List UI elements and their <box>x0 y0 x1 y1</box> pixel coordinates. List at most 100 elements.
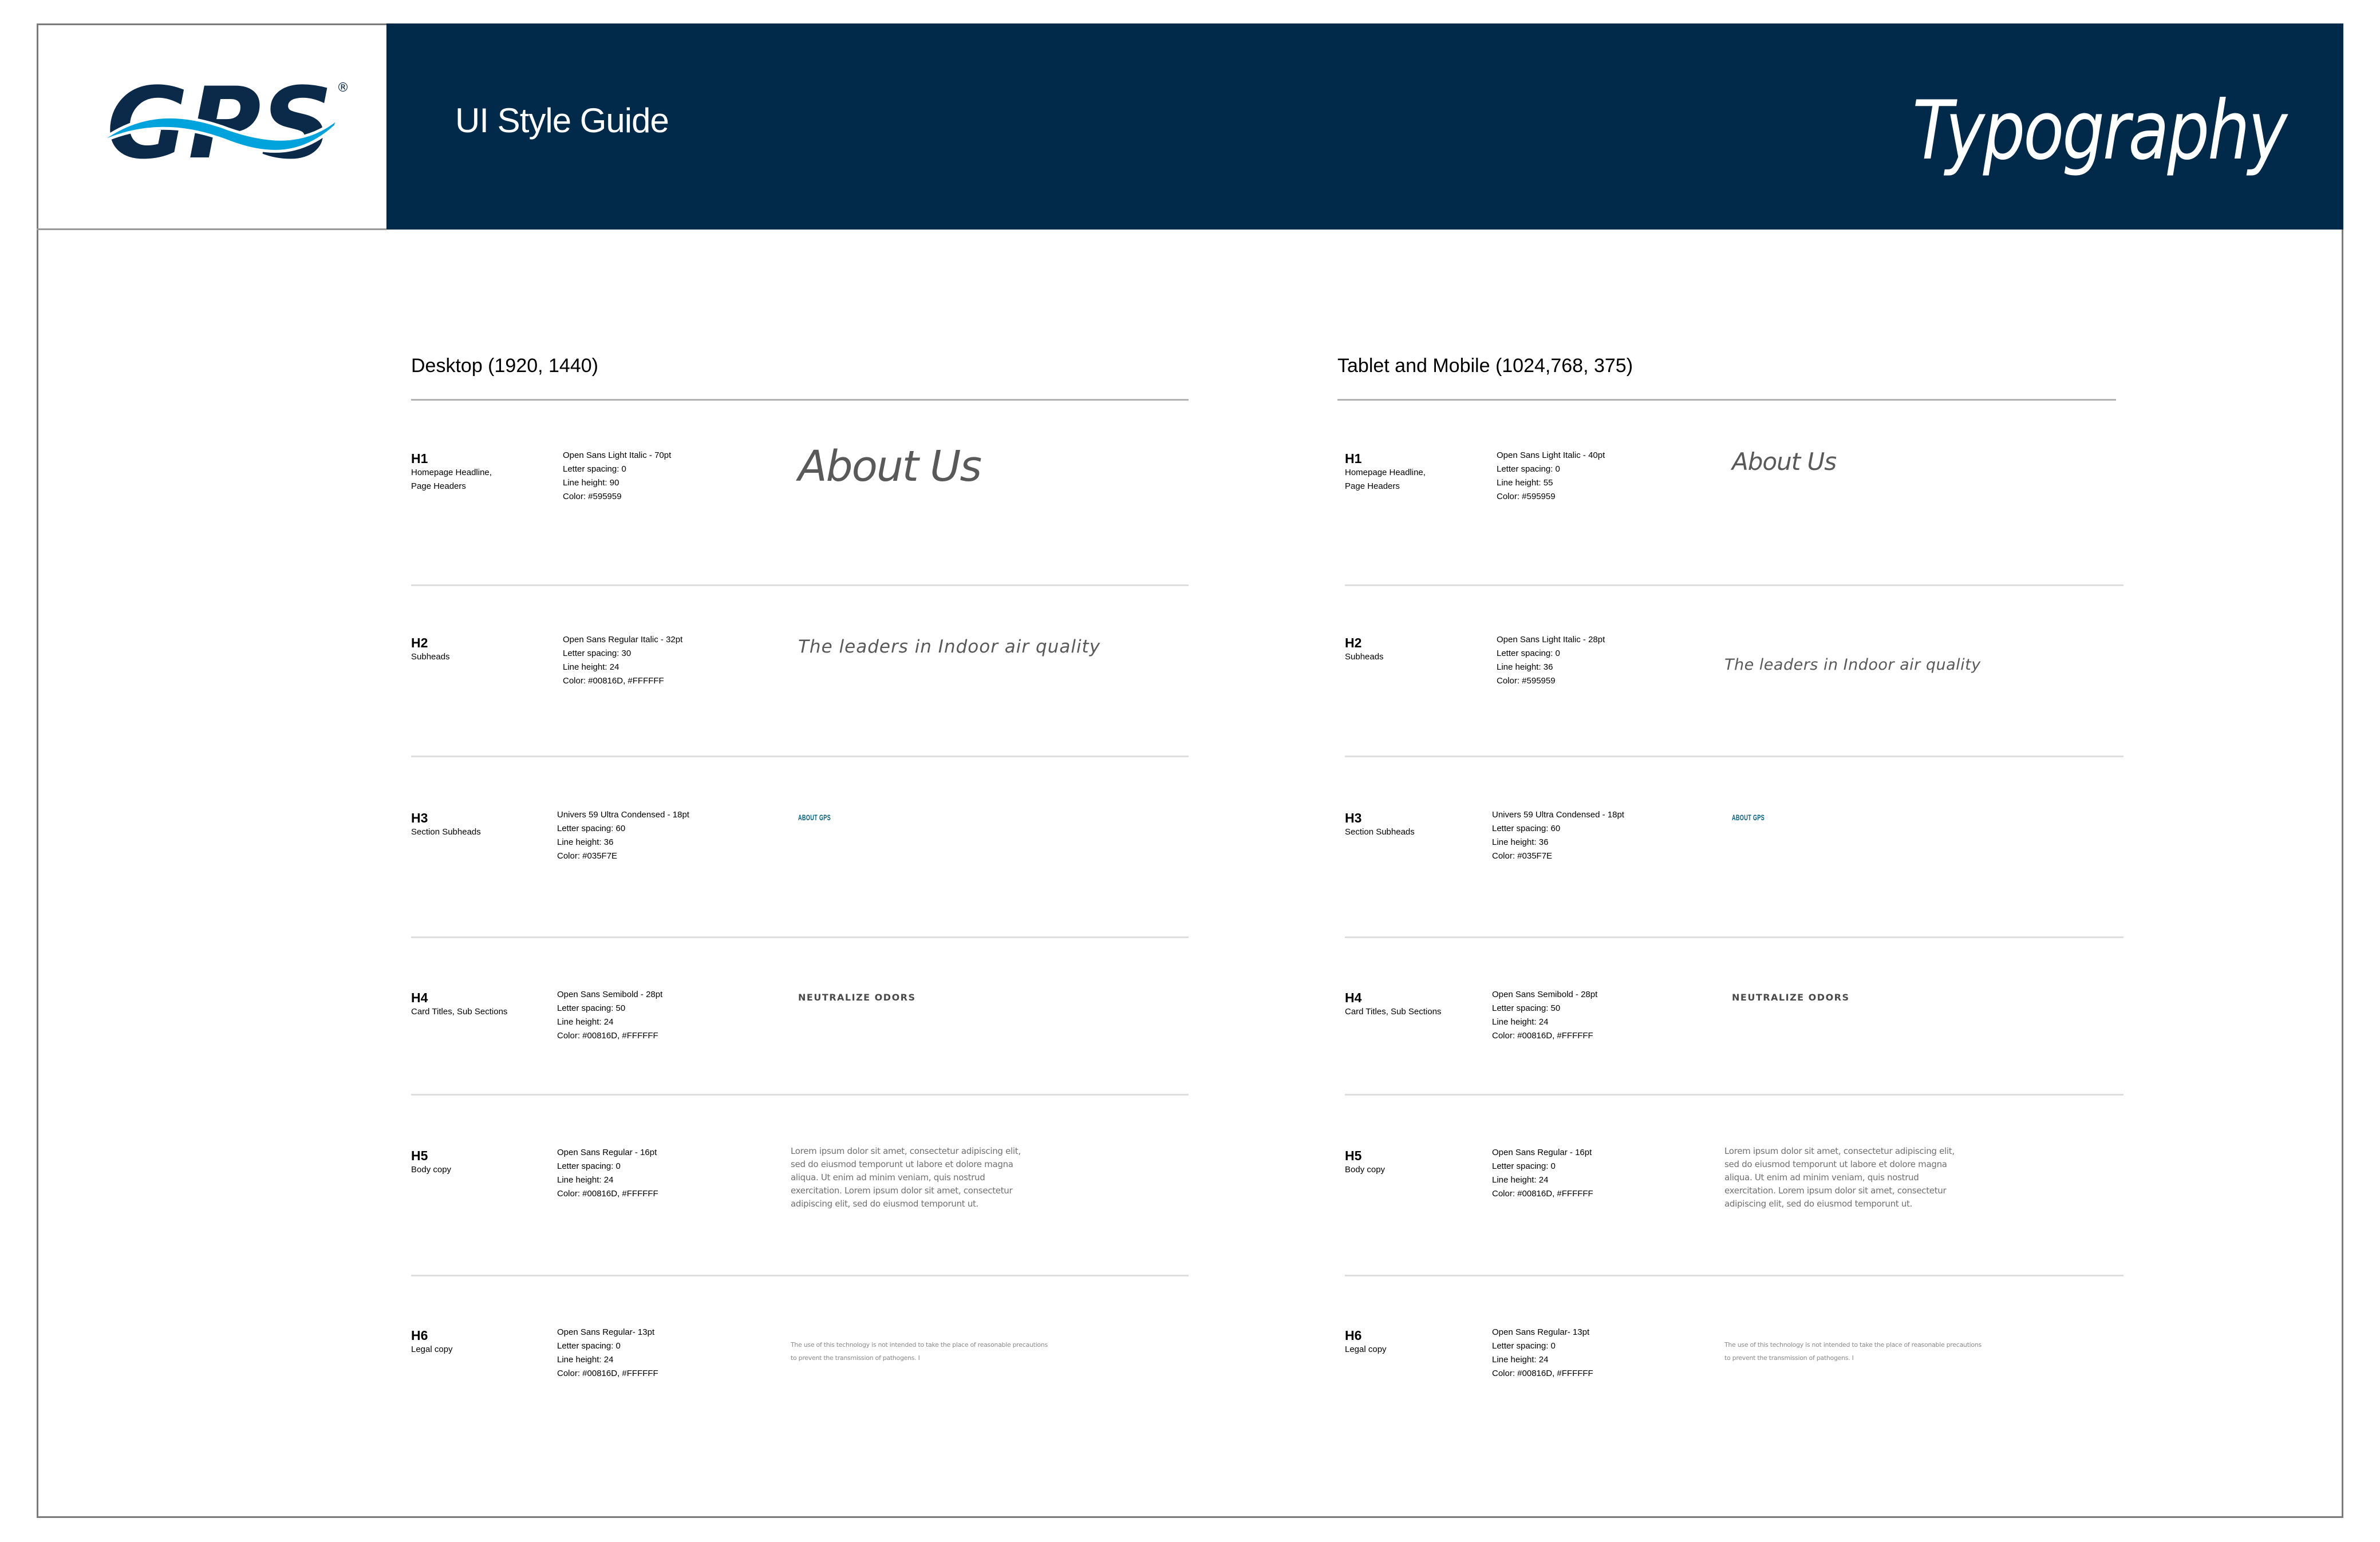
spec-line: Line height: 24 <box>1492 1017 1549 1027</box>
usage-line: Legal copy <box>1345 1345 1387 1354</box>
usage-line: Section Subheads <box>411 827 481 837</box>
usage-line: Page Headers <box>1345 481 1400 491</box>
usage-line: Subheads <box>1345 652 1384 662</box>
font-spec: Open Sans Semibold - 28pt Letter spacing:… <box>1492 988 1597 1043</box>
page-frame <box>37 23 2343 1518</box>
usage-line: Card Titles, Sub Sections <box>411 1007 508 1017</box>
font-spec: Open Sans Regular - 16pt Letter spacing: … <box>557 1146 658 1201</box>
logo-wordmark: GPS <box>106 72 333 166</box>
type-sample: About Us <box>798 442 982 491</box>
spec-line: Color: #595959 <box>563 492 622 501</box>
type-sample: Lorem ipsum dolor sit amet, consectetur … <box>791 1146 1021 1209</box>
font-spec: Open Sans Regular- 13pt Letter spacing: 0… <box>1492 1326 1593 1381</box>
heading-usage: Subheads <box>411 650 450 664</box>
heading-usage: Legal copy <box>1345 1343 1387 1357</box>
spec-line: Open Sans Light Italic - 70pt <box>563 450 672 460</box>
spec-line: Color: #035F7E <box>1492 851 1553 861</box>
spec-line: Line height: 36 <box>1492 837 1549 847</box>
usage-line: Homepage Headline, <box>1345 468 1426 477</box>
spec-line: Univers 59 Ultra Condensed - 18pt <box>557 810 689 820</box>
heading-usage: Section Subheads <box>411 825 481 839</box>
heading-usage: Body copy <box>1345 1163 1385 1177</box>
heading-level: H4 <box>1345 990 1362 1005</box>
spec-line: Open Sans Semibold - 28pt <box>1492 990 1598 999</box>
spec-line: Line height: 24 <box>557 1175 614 1185</box>
font-spec: Open Sans Regular - 16pt Letter spacing: … <box>1492 1146 1593 1201</box>
spec-line: Open Sans Regular Italic - 32pt <box>563 635 683 645</box>
font-spec: Open Sans Regular Italic - 32pt Letter sp… <box>563 633 682 688</box>
spec-line: Open Sans Semibold - 28pt <box>557 990 663 999</box>
heading-level: H5 <box>411 1148 428 1163</box>
spec-line: Letter spacing: 0 <box>1497 649 1560 658</box>
font-spec: Univers 59 Ultra Condensed - 18pt Letter … <box>1492 808 1624 863</box>
column-heading: Desktop (1920, 1440) <box>411 355 598 377</box>
column-heading: Tablet and Mobile (1024,768, 375) <box>1337 355 1633 377</box>
row-divider <box>411 584 1189 586</box>
type-sample: NEUTRALIZE ODORS <box>1732 992 1850 1003</box>
heading-usage: Subheads <box>1345 650 1384 664</box>
heading-level: H2 <box>411 635 428 650</box>
gps-logo-icon: GPS ® <box>101 66 349 181</box>
type-sample: The use of this technology is not intend… <box>791 1341 1048 1362</box>
spec-line: Letter spacing: 60 <box>557 824 626 833</box>
font-spec: Open Sans Regular- 13pt Letter spacing: 0… <box>557 1326 658 1381</box>
spec-line: Line height: 24 <box>563 662 619 672</box>
gps-logo: GPS ® <box>101 66 354 181</box>
usage-line: Homepage Headline, <box>411 468 492 477</box>
spec-line: Letter spacing: 50 <box>1492 1003 1561 1013</box>
spec-line: Color: #595959 <box>1497 676 1556 686</box>
spec-line: Open Sans Regular- 13pt <box>1492 1327 1590 1337</box>
spec-line: Open Sans Regular - 16pt <box>1492 1148 1592 1157</box>
spec-line: Letter spacing: 30 <box>563 649 631 658</box>
spec-line: Line height: 24 <box>557 1017 614 1027</box>
row-divider <box>411 756 1189 757</box>
spec-line: Letter spacing: 50 <box>557 1003 626 1013</box>
spec-line: Color: #035F7E <box>557 851 618 861</box>
type-sample: The use of this technology is not intend… <box>1724 1341 1982 1362</box>
type-sample: ABOUT GPS <box>798 813 831 822</box>
spec-line: Color: #00816D, #FFFFFF <box>557 1189 658 1199</box>
font-spec: Univers 59 Ultra Condensed - 18pt Letter … <box>557 808 689 863</box>
heading-level: H3 <box>1345 810 1362 825</box>
usage-line: Body copy <box>1345 1165 1386 1175</box>
heading-usage: Legal copy <box>411 1343 453 1357</box>
type-sample: The leaders in Indoor air quality <box>798 636 1101 657</box>
usage-line: Card Titles, Sub Sections <box>1345 1007 1442 1017</box>
row-divider <box>411 1094 1189 1096</box>
header-divider <box>37 228 386 230</box>
heading-level: H1 <box>1345 451 1362 466</box>
spec-line: Color: #00816D, #FFFFFF <box>1492 1189 1593 1199</box>
heading-usage: Homepage Headline, Page Headers <box>1345 466 1426 493</box>
row-divider <box>1345 756 2124 757</box>
spec-line: Color: #595959 <box>1497 492 1556 501</box>
usage-line: Subheads <box>411 652 450 662</box>
heading-level: H2 <box>1345 635 1362 650</box>
spec-line: Open Sans Regular- 13pt <box>557 1327 655 1337</box>
spec-line: Open Sans Light Italic - 28pt <box>1497 635 1605 645</box>
usage-line: Body copy <box>411 1165 452 1175</box>
row-divider <box>1345 1275 2124 1276</box>
row-divider <box>411 936 1189 938</box>
spec-line: Letter spacing: 0 <box>1497 464 1560 474</box>
usage-line: Section Subheads <box>1345 827 1415 837</box>
spec-line: Letter spacing: 0 <box>1492 1341 1556 1351</box>
spec-line: Line height: 55 <box>1497 478 1553 488</box>
heading-usage: Homepage Headline, Page Headers <box>411 466 492 493</box>
section-title: Typography <box>1912 84 2287 178</box>
spec-line: Color: #00816D, #FFFFFF <box>557 1031 658 1041</box>
row-divider <box>1345 1094 2124 1096</box>
heading-level: H5 <box>1345 1148 1362 1163</box>
font-spec: Open Sans Light Italic - 70pt Letter spac… <box>563 449 671 504</box>
heading-usage: Card Titles, Sub Sections <box>1345 1005 1441 1019</box>
font-spec: Open Sans Light Italic - 40pt Letter spac… <box>1497 449 1605 504</box>
spec-line: Line height: 24 <box>1492 1355 1549 1365</box>
spec-line: Color: #00816D, #FFFFFF <box>557 1369 658 1378</box>
guide-title: UI Style Guide <box>455 101 669 140</box>
column-heading-divider <box>1337 399 2116 401</box>
heading-level: H3 <box>411 810 428 825</box>
spec-line: Letter spacing: 60 <box>1492 824 1561 833</box>
spec-line: Color: #00816D, #FFFFFF <box>563 676 664 686</box>
heading-level: H4 <box>411 990 428 1005</box>
type-sample: ABOUT GPS <box>1732 813 1765 822</box>
spec-line: Open Sans Regular - 16pt <box>557 1148 657 1157</box>
